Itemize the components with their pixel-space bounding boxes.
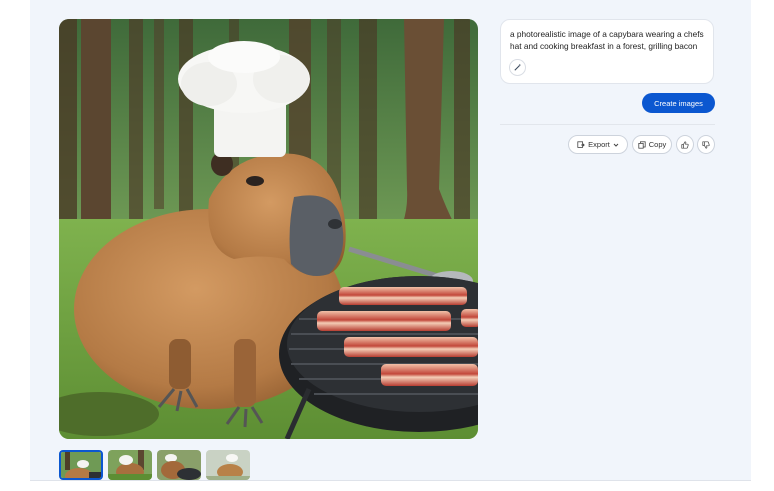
capybara-chef-thumbnail: [61, 452, 101, 478]
dislike-button[interactable]: [697, 135, 715, 154]
export-label: Export: [588, 140, 610, 149]
capybara-chef-thumbnail: [108, 450, 152, 480]
thumbnail-1[interactable]: [59, 450, 103, 480]
thumbnail-3[interactable]: [157, 450, 201, 480]
copy-button[interactable]: Copy: [632, 135, 672, 154]
create-images-button[interactable]: Create images: [642, 93, 715, 113]
capybara-chef-thumbnail: [206, 450, 250, 480]
divider: [500, 124, 715, 125]
prompt-text[interactable]: a photorealistic image of a capybara wea…: [510, 28, 706, 52]
capybara-chef-illustration: [59, 19, 478, 439]
export-icon: [577, 140, 585, 148]
edit-prompt-button[interactable]: [509, 59, 526, 76]
prompt-box[interactable]: a photorealistic image of a capybara wea…: [500, 19, 714, 84]
thumbnail-2[interactable]: [108, 450, 152, 480]
thumbs-down-icon: [702, 140, 710, 149]
copy-icon: [638, 140, 646, 149]
capybara-chef-thumbnail: [157, 450, 201, 480]
panel-bottom-border: [30, 480, 751, 481]
magic-wand-icon: [514, 63, 522, 71]
thumbs-up-icon: [681, 140, 689, 149]
thumbnail-4[interactable]: [206, 450, 250, 480]
like-button[interactable]: [676, 135, 694, 154]
export-button[interactable]: Export: [568, 135, 628, 154]
copy-label: Copy: [648, 140, 667, 149]
generated-image[interactable]: [59, 19, 478, 439]
chevron-down-icon: [613, 143, 619, 147]
